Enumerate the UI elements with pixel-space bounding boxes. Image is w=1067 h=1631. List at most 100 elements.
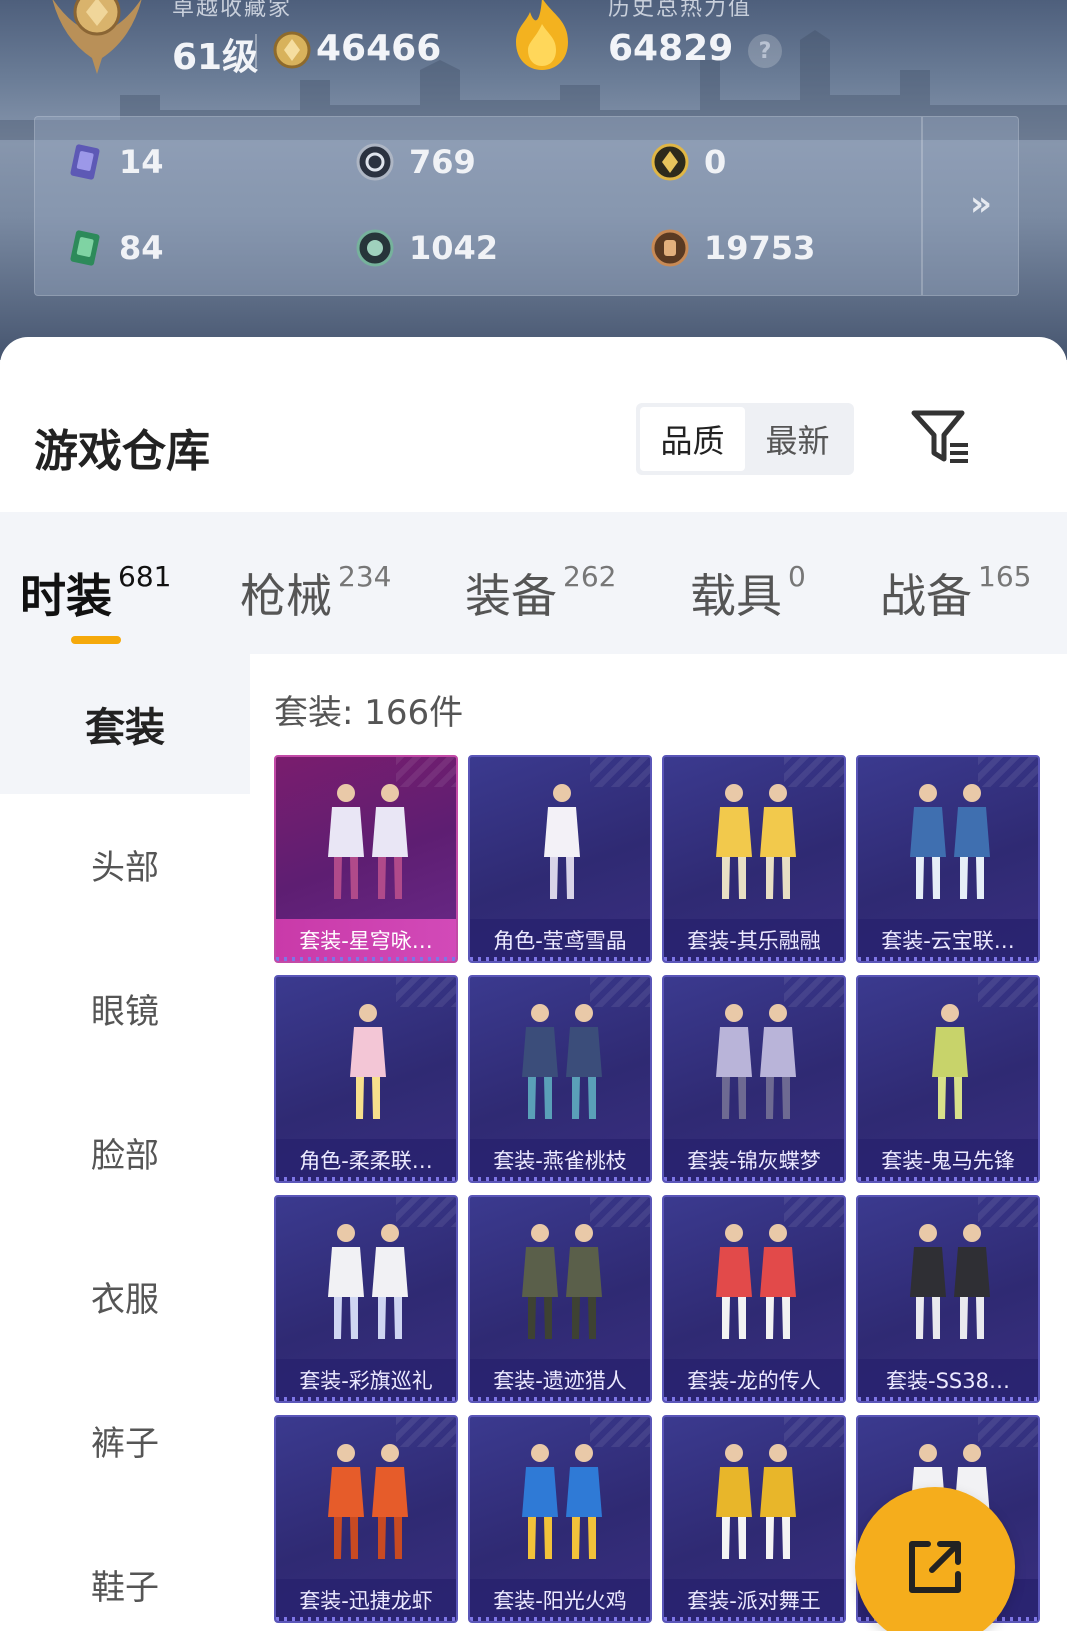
outfit-card[interactable]: 套装-迅捷龙虾 xyxy=(274,1415,458,1623)
stat-value: 769 xyxy=(409,143,476,181)
outfit-card[interactable]: 套装-云宝联… xyxy=(856,755,1040,963)
outfit-card[interactable]: 套装-SS38… xyxy=(856,1195,1040,1403)
outfit-card[interactable]: 套装-其乐融融 xyxy=(662,755,846,963)
warehouse-card: 游戏仓库 品质 最新 时装 681 枪械 234 装备 262 载具 0 战备 … xyxy=(0,337,1067,1631)
active-tab-indicator xyxy=(71,636,121,644)
tab-fashion[interactable]: 时装 681 xyxy=(20,560,171,626)
outfit-card[interactable]: 角色-莹鸢雪晶 xyxy=(468,755,652,963)
help-icon[interactable]: ? xyxy=(748,34,782,68)
sidebar-item-pants[interactable]: 裤子 xyxy=(0,1370,250,1510)
rank-caption: 卓越收藏家 xyxy=(172,0,293,21)
tab-label: 战备 xyxy=(880,569,972,623)
sort-by-quality-button[interactable]: 品质 xyxy=(640,407,745,471)
gold-badge-icon xyxy=(651,143,689,181)
outfit-name: 套装-鬼马先锋 xyxy=(858,1139,1038,1181)
sort-toggle: 品质 最新 xyxy=(636,403,854,475)
stat-silver-coin: 769 xyxy=(355,137,476,187)
category-tabs: 时装 681 枪械 234 装备 262 载具 0 战备 165 xyxy=(0,512,1067,654)
stat-gold-badge: 0 xyxy=(650,137,726,187)
tab-label: 枪械 xyxy=(240,569,332,623)
divider xyxy=(921,117,923,295)
outfit-name: 套装-阳光火鸡 xyxy=(470,1579,650,1621)
tab-count: 262 xyxy=(563,560,617,593)
outfit-card[interactable]: 套装-锦灰蝶梦 xyxy=(662,975,846,1183)
outfit-card[interactable]: 套装-龙的传人 xyxy=(662,1195,846,1403)
outfit-card[interactable]: 角色-柔柔联… xyxy=(274,975,458,1183)
subcategory-sidebar: 套装 头部 眼镜 脸部 衣服 裤子 鞋子 xyxy=(0,654,250,1631)
outfit-thumbnail xyxy=(910,784,990,899)
outfit-name: 角色-莹鸢雪晶 xyxy=(470,919,650,961)
stat-value: 19753 xyxy=(704,229,816,267)
divider xyxy=(255,34,257,68)
outfit-name: 套装-遗迹猎人 xyxy=(470,1359,650,1401)
outfit-thumbnail xyxy=(716,784,796,899)
stat-green-card: 84 xyxy=(65,223,164,273)
outfit-thumbnail xyxy=(350,1004,386,1119)
power-caption: 历史总热力值 xyxy=(608,0,753,21)
outfit-card[interactable]: 套装-阳光火鸡 xyxy=(468,1415,652,1623)
outfit-name: 套装-其乐融融 xyxy=(664,919,844,961)
outfit-card[interactable]: 套装-星穹咏… xyxy=(274,755,458,963)
outfit-name: 套装-云宝联… xyxy=(858,919,1038,961)
coin-balance: 46466 xyxy=(316,28,442,69)
outfit-thumbnail xyxy=(522,1224,602,1339)
profile-banner: 卓越收藏家 61级 46466 历史总热力值 64829 ? 14 769 0 … xyxy=(0,0,1067,360)
flame-icon xyxy=(516,0,568,70)
tab-firearms[interactable]: 枪械 234 xyxy=(240,560,391,626)
green-card-icon xyxy=(70,230,100,266)
outfit-name: 套装-SS38… xyxy=(858,1359,1038,1401)
sidebar-item-clothes[interactable]: 衣服 xyxy=(0,1226,250,1366)
sidebar-item-face[interactable]: 脸部 xyxy=(0,1082,250,1222)
outfit-name: 套装-迅捷龙虾 xyxy=(276,1579,456,1621)
tab-equipment[interactable]: 装备 262 xyxy=(465,560,616,626)
outfit-thumbnail xyxy=(716,1004,796,1119)
share-icon xyxy=(909,1541,961,1593)
tab-count: 681 xyxy=(118,560,172,593)
purple-card-icon xyxy=(70,144,100,180)
power-value: 64829 xyxy=(608,28,734,69)
outfit-card[interactable]: 套装-燕雀桃枝 xyxy=(468,975,652,1183)
tab-label: 装备 xyxy=(465,569,557,623)
outfit-card[interactable]: 套装-遗迹猎人 xyxy=(468,1195,652,1403)
stat-value: 14 xyxy=(119,143,164,181)
rank-emblem-icon xyxy=(52,0,142,74)
outfit-card[interactable]: 套装-派对舞王 xyxy=(662,1415,846,1623)
sidebar-item-shoes[interactable]: 鞋子 xyxy=(0,1514,250,1631)
sidebar-item-glasses[interactable]: 眼镜 xyxy=(0,938,250,1078)
bronze-coin-icon xyxy=(651,229,689,267)
outfit-thumbnail xyxy=(522,1444,602,1559)
outfit-name: 套装-锦灰蝶梦 xyxy=(664,1139,844,1181)
item-count-label: 套装: 166件 xyxy=(274,693,464,733)
stat-value: 84 xyxy=(119,229,164,267)
tab-count: 165 xyxy=(978,560,1032,593)
outfit-thumbnail xyxy=(522,1004,602,1119)
stat-value: 0 xyxy=(704,143,727,181)
outfit-thumbnail xyxy=(328,1444,408,1559)
outfit-name: 套装-派对舞王 xyxy=(664,1579,844,1621)
outfit-name: 套装-燕雀桃枝 xyxy=(470,1139,650,1181)
stat-bronze-coin: 19753 xyxy=(650,223,815,273)
tab-vehicles[interactable]: 载具 0 xyxy=(690,560,806,626)
currency-stats-panel[interactable]: 14 769 0 84 1042 19753 » xyxy=(34,116,1019,296)
outfit-card[interactable]: 套装-鬼马先锋 xyxy=(856,975,1040,1183)
outfit-thumbnail xyxy=(716,1224,796,1339)
outfit-thumbnail xyxy=(328,784,408,899)
sidebar-item-suits[interactable]: 套装 xyxy=(0,654,250,794)
sort-by-latest-button[interactable]: 最新 xyxy=(745,407,850,471)
filter-icon[interactable] xyxy=(910,409,972,467)
expand-arrow-icon[interactable]: » xyxy=(951,179,1011,229)
outfit-thumbnail xyxy=(910,1224,990,1339)
outfit-card[interactable]: 套装-彩旗巡礼 xyxy=(274,1195,458,1403)
tab-count: 234 xyxy=(338,560,392,593)
tab-label: 载具 xyxy=(690,569,782,623)
outfit-thumbnail xyxy=(328,1224,408,1339)
outfit-name: 套装-彩旗巡礼 xyxy=(276,1359,456,1401)
sidebar-item-head[interactable]: 头部 xyxy=(0,794,250,934)
player-level: 61级 xyxy=(172,37,259,78)
outfit-name: 角色-柔柔联… xyxy=(276,1139,456,1181)
outfit-name: 套装-龙的传人 xyxy=(664,1359,844,1401)
tab-supplies[interactable]: 战备 165 xyxy=(880,560,1031,626)
tab-count: 0 xyxy=(788,560,806,593)
outfit-name: 套装-星穹咏… xyxy=(276,919,456,961)
stat-value: 1042 xyxy=(409,229,499,267)
